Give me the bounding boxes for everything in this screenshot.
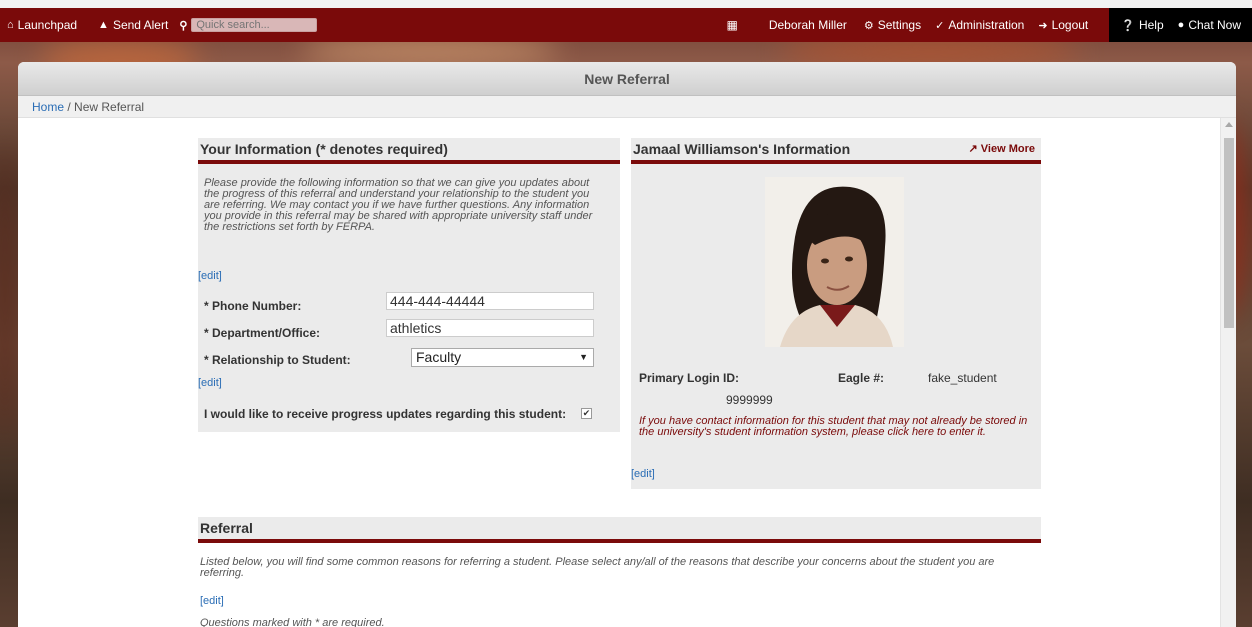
question-icon: ❔	[1121, 19, 1135, 32]
user-name-link[interactable]: Deborah Miller	[762, 8, 857, 42]
your-information-intro: Please provide the following information…	[204, 177, 593, 233]
view-more-label: View More	[980, 143, 1035, 155]
send-alert-label: Send Alert	[112, 18, 169, 32]
quick-search: ⚲	[175, 8, 324, 42]
gear-icon: ⚙	[863, 19, 874, 32]
referral-title: Referral	[200, 520, 253, 536]
logout-link[interactable]: ➜ Logout	[1031, 8, 1095, 42]
relationship-selected-value: Faculty	[416, 349, 462, 365]
page-title: New Referral	[18, 62, 1236, 96]
warning-icon: ▲	[98, 19, 109, 31]
chat-now-link[interactable]: ● Chat Now	[1171, 8, 1248, 42]
launchpad-label: Launchpad	[17, 18, 78, 32]
top-strip	[0, 0, 1252, 8]
scroll-thumb[interactable]	[1224, 138, 1234, 328]
scroll-up-arrow-icon[interactable]	[1225, 122, 1233, 127]
settings-link[interactable]: ⚙ Settings	[857, 8, 928, 42]
top-navigation-bar: ⌂ Launchpad ▲ Send Alert ⚲ ▦ Deborah Mil…	[0, 8, 1252, 42]
help-link[interactable]: ❔ Help	[1109, 8, 1170, 42]
dropdown-arrow-icon: ▼	[579, 352, 588, 362]
primary-login-label: Primary Login ID:	[639, 371, 740, 385]
launchpad-link[interactable]: ⌂ Launchpad	[0, 8, 84, 42]
home-icon: ⌂	[7, 19, 14, 31]
contact-info-note[interactable]: If you have contact information for this…	[639, 416, 1034, 438]
department-label: * Department/Office:	[204, 326, 321, 340]
background-photo-blob	[0, 140, 20, 440]
department-field[interactable]: athletics	[386, 319, 594, 337]
primary-login-value: fake_student	[928, 371, 997, 385]
student-photo-graphic	[765, 177, 904, 347]
your-information-section: Your Information (* denotes required) Pl…	[198, 138, 620, 432]
relationship-select[interactable]: Faculty ▼	[411, 348, 594, 367]
send-alert-link[interactable]: ▲ Send Alert	[84, 8, 175, 42]
user-name: Deborah Miller	[768, 18, 847, 32]
phone-number-field[interactable]: 444-444-44444	[386, 292, 594, 310]
administration-label: Administration	[948, 18, 1025, 32]
edit-link[interactable]: [edit]	[198, 270, 222, 282]
settings-label: Settings	[877, 18, 922, 32]
phone-number-label: * Phone Number:	[204, 299, 302, 313]
quick-search-input[interactable]	[191, 18, 318, 32]
view-more-link[interactable]: ↗ View More	[969, 136, 1042, 162]
your-information-title: Your Information (* denotes required)	[200, 141, 448, 157]
vertical-scrollbar[interactable]	[1220, 118, 1236, 627]
progress-updates-label: I would like to receive progress updates…	[204, 407, 567, 421]
student-information-title: Jamaal Williamson's Information	[633, 141, 851, 157]
edit-link[interactable]: [edit]	[200, 595, 224, 607]
external-link-icon: ↗	[968, 143, 978, 155]
eagle-number-label: Eagle #:	[838, 371, 885, 385]
eagle-number-value: 9999999	[726, 393, 773, 407]
help-group: ❔ Help ● Chat Now	[1109, 8, 1252, 42]
your-information-header: Your Information (* denotes required)	[198, 138, 620, 164]
logout-icon: ➜	[1038, 19, 1048, 32]
progress-updates-checkbox[interactable]: ✔	[581, 408, 592, 419]
calendar-icon: ▦	[726, 18, 738, 32]
breadcrumb-home-link[interactable]: Home	[32, 100, 64, 114]
edit-link[interactable]: [edit]	[198, 377, 222, 389]
required-questions-note: Questions marked with * are required.	[200, 617, 385, 627]
wrench-icon: ✓	[935, 19, 945, 32]
referral-section: Referral Listed below, you will find som…	[198, 517, 1041, 627]
student-information-header: Jamaal Williamson's Information ↗ View M…	[631, 138, 1041, 164]
chat-now-label: Chat Now	[1188, 18, 1241, 32]
student-information-section: Jamaal Williamson's Information ↗ View M…	[631, 138, 1041, 489]
referral-header: Referral	[198, 517, 1041, 543]
chat-bubble-icon: ●	[1177, 19, 1185, 31]
breadcrumb-current: New Referral	[74, 100, 145, 114]
search-icon: ⚲	[179, 19, 188, 32]
help-label: Help	[1138, 18, 1164, 32]
main-panel: New Referral Home / New Referral Your In…	[18, 62, 1236, 627]
student-photo	[765, 177, 904, 347]
breadcrumb: Home / New Referral	[18, 96, 1236, 118]
referral-intro: Listed below, you will find some common …	[200, 556, 995, 579]
calendar-button[interactable]: ▦	[719, 8, 761, 42]
breadcrumb-separator: /	[64, 100, 75, 114]
relationship-label: * Relationship to Student:	[204, 353, 351, 367]
edit-link[interactable]: [edit]	[631, 468, 655, 480]
administration-link[interactable]: ✓ Administration	[928, 8, 1031, 42]
logout-label: Logout	[1051, 18, 1089, 32]
